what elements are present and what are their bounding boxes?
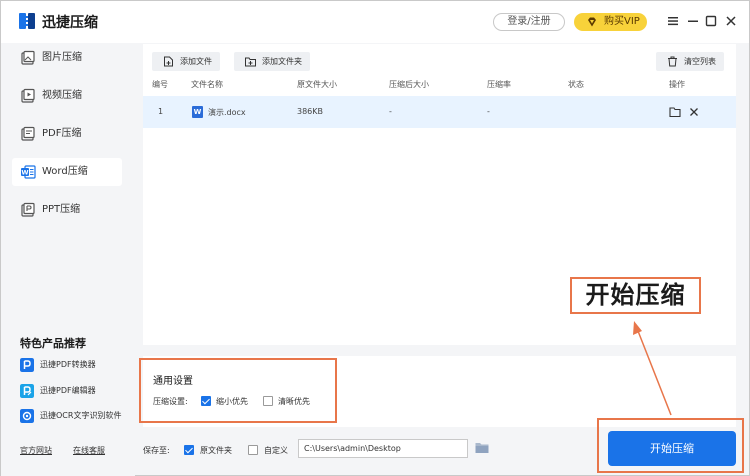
column-header-status: 状态 — [568, 80, 584, 89]
pdf-editor-icon — [20, 384, 34, 398]
settings-highlight-box — [139, 358, 337, 423]
online-support-link[interactable]: 在线客服 — [73, 445, 105, 456]
add-folder-label: 添加文件夹 — [262, 57, 302, 66]
promo-item-pdf-editor[interactable]: 迅捷PDF编辑器 — [20, 383, 96, 399]
official-site-link[interactable]: 官方网站 — [20, 445, 52, 456]
start-compress-callout: 开始压缩 — [570, 277, 701, 314]
buy-vip-label: 购买VIP — [604, 16, 640, 27]
promo-item-label: 迅捷PDF转换器 — [40, 360, 96, 369]
column-header-actions: 操作 — [669, 80, 685, 89]
sidebar-item-label: 视频压缩 — [42, 90, 82, 101]
remove-row-icon[interactable] — [688, 106, 700, 118]
sidebar: 图片压缩 视频压缩 PDF压缩 W Word压缩 PPT压缩 特色产品推荐 迅捷… — [1, 43, 135, 476]
trash-icon — [668, 56, 677, 67]
buy-vip-button[interactable]: 购买VIP — [574, 13, 647, 31]
word-icon: W — [21, 165, 36, 179]
output-path-input[interactable] — [298, 439, 468, 458]
pdf-converter-icon — [20, 358, 34, 372]
ppt-icon — [21, 202, 35, 217]
column-header-compressed-size: 压缩后大小 — [389, 80, 429, 89]
word-file-icon: W — [192, 106, 203, 118]
browse-folder-icon[interactable] — [475, 442, 489, 454]
promo-title: 特色产品推荐 — [20, 337, 86, 350]
original-folder-checkbox[interactable] — [184, 445, 194, 455]
row-ratio: - — [487, 107, 490, 116]
sidebar-item-label: Word压缩 — [42, 166, 88, 177]
add-folder-button[interactable]: 添加文件夹 — [234, 52, 310, 71]
close-icon[interactable] — [724, 14, 738, 28]
start-button-highlight-box — [597, 418, 744, 473]
menu-icon[interactable] — [666, 14, 680, 28]
save-to-label: 保存至: — [143, 446, 170, 455]
column-header-ratio: 压缩率 — [487, 80, 511, 89]
svg-text:W: W — [21, 169, 28, 177]
maximize-icon[interactable] — [704, 14, 718, 28]
diamond-icon — [588, 17, 596, 27]
sidebar-item-pdf-compress[interactable]: PDF压缩 — [12, 120, 122, 148]
add-file-button[interactable]: 添加文件 — [152, 52, 220, 71]
app-logo-icon — [19, 13, 35, 29]
open-folder-icon[interactable] — [669, 106, 681, 118]
row-original-size: 386KB — [297, 107, 324, 116]
title-bar: 迅捷压缩 登录/注册 购买VIP — [1, 1, 749, 43]
minimize-icon[interactable] — [686, 14, 700, 28]
add-file-icon — [164, 56, 173, 67]
sidebar-item-image-compress[interactable]: 图片压缩 — [12, 44, 122, 72]
promo-item-pdf-converter[interactable]: 迅捷PDF转换器 — [20, 357, 96, 373]
add-folder-icon — [245, 57, 256, 67]
app-window: 迅捷压缩 登录/注册 购买VIP 图片压缩 视频压缩 PDF压缩 W Word压… — [0, 0, 750, 476]
promo-item-ocr[interactable]: 迅捷OCR文字识别软件 — [20, 408, 121, 424]
add-file-label: 添加文件 — [180, 57, 212, 66]
sidebar-item-label: PDF压缩 — [42, 128, 82, 139]
sidebar-item-label: PPT压缩 — [42, 204, 81, 215]
row-index: 1 — [158, 107, 164, 116]
clear-list-label: 清空列表 — [684, 57, 716, 66]
custom-folder-label: 自定义 — [264, 446, 288, 455]
image-icon — [21, 50, 35, 65]
row-filename: 演示.docx — [208, 108, 246, 117]
app-title: 迅捷压缩 — [42, 15, 98, 31]
pdf-icon — [21, 126, 35, 141]
clear-list-button[interactable]: 清空列表 — [656, 52, 724, 71]
video-icon — [21, 88, 35, 103]
column-header-original-size: 原文件大小 — [297, 80, 337, 89]
ocr-icon — [20, 409, 34, 423]
sidebar-item-label: 图片压缩 — [42, 52, 82, 63]
sidebar-item-video-compress[interactable]: 视频压缩 — [12, 82, 122, 110]
column-header-filename: 文件名称 — [191, 80, 223, 89]
promo-item-label: 迅捷OCR文字识别软件 — [40, 411, 122, 420]
custom-folder-checkbox[interactable] — [248, 445, 258, 455]
column-header-index: 编号 — [152, 80, 168, 89]
sidebar-item-ppt-compress[interactable]: PPT压缩 — [12, 196, 122, 224]
sidebar-item-word-compress[interactable]: W Word压缩 — [12, 158, 122, 186]
table-row[interactable]: 1 W 演示.docx 386KB - - — [143, 96, 736, 128]
original-folder-label: 原文件夹 — [200, 446, 232, 455]
row-compressed-size: - — [389, 107, 392, 116]
login-button[interactable]: 登录/注册 — [493, 13, 565, 31]
promo-item-label: 迅捷PDF编辑器 — [40, 386, 96, 395]
